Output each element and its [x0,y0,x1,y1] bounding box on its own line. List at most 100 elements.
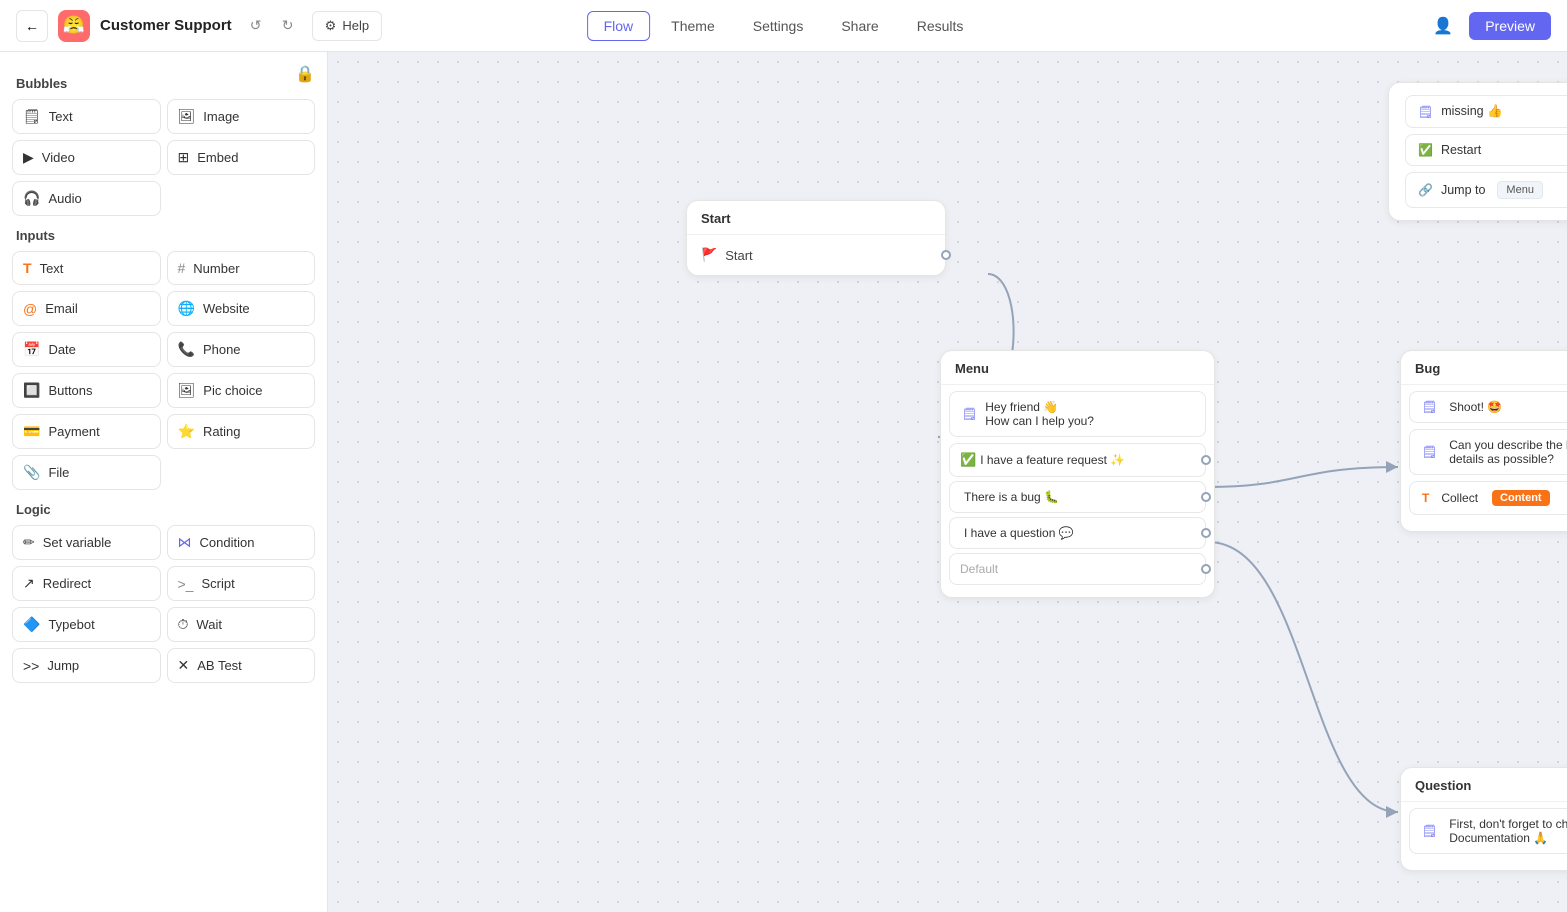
app-name: Customer Support [100,17,232,34]
jump-to-icon: 🔗 [1418,183,1433,197]
logic-script[interactable]: >_Script [167,566,316,601]
menu-default-row: Default [949,553,1206,585]
input-website[interactable]: 🌐Website [167,291,316,326]
menu-choice-0-connector[interactable] [1201,455,1211,465]
input-payment-icon: 💳 [23,423,40,440]
input-pic-choice[interactable]: 🖼Pic choice [167,373,316,408]
bug-collect-icon: T [1422,491,1429,505]
restart-icon: ✅ [1418,143,1433,157]
jump-row: 🔗 Jump to Menu [1405,172,1567,208]
logic-set-variable[interactable]: ✏Set variable [12,525,161,560]
bubble-image[interactable]: 🖼Image [167,99,316,134]
menu-node-header: Menu [941,351,1214,385]
input-file[interactable]: 📎File [12,455,161,490]
preview-button[interactable]: Preview [1469,12,1551,40]
logic-grid: ✏Set variable ⋈Condition ↗Redirect >_Scr… [12,525,315,683]
input-email[interactable]: @Email [12,291,161,326]
bug-collect-row: T Collect Content [1409,481,1567,515]
nav-flow[interactable]: Flow [587,11,651,41]
menu-message-row: 🗒 Hey friend 👋 How can I help you? [949,391,1206,437]
question-msg-icon: 🗒 [1422,824,1437,838]
start-inner: 🚩 Start [687,235,945,275]
missing-row: 🗒 missing 👍 [1405,95,1567,128]
menu-choice-1-connector[interactable] [1201,492,1211,502]
input-phone[interactable]: 📞Phone [167,332,316,367]
input-text[interactable]: TText [12,251,161,285]
input-date[interactable]: 📅Date [12,332,161,367]
ab-test-icon: ✕ [178,657,190,674]
flow-canvas[interactable]: 🗒 missing 👍 ✅ Restart 🔗 Jump to Menu [328,52,1567,912]
bubble-embed[interactable]: ⊞Embed [167,140,316,175]
check-0-icon: ✅ [960,452,976,468]
logic-redirect[interactable]: ↗Redirect [12,566,161,601]
gear-icon: ⚙ [325,18,337,34]
text-icon: 🗒 [1418,105,1433,119]
wait-icon: ⏱ [178,616,189,633]
menu-msg-icon: 🗒 [962,407,977,421]
nav-theme[interactable]: Theme [654,11,732,41]
menu-choice-2: I have a question 💬 [949,517,1206,549]
bubbles-grid: 🗒Text 🖼Image ▶Video ⊞Embed 🎧Audio [12,99,315,216]
input-rating[interactable]: ⭐Rating [167,414,316,449]
help-button[interactable]: ⚙ Help [312,11,382,41]
question-node-body: 🗒 First, don't forget to check out the D… [1401,808,1567,870]
input-number[interactable]: #Number [167,251,316,285]
input-pic-choice-icon: 🖼 [178,382,196,399]
menu-default-connector[interactable] [1201,564,1211,574]
bubble-text[interactable]: 🗒Text [12,99,161,134]
app-logo: 😤 [58,10,90,42]
redo-button[interactable]: ↻ [274,12,302,40]
menu-choice-0: ✅ I have a feature request ✨ [949,443,1206,477]
nav-settings[interactable]: Settings [736,11,821,41]
person-icon[interactable]: 👤 [1427,10,1459,42]
logic-ab-test[interactable]: ✕AB Test [167,648,316,683]
header-left: ← 😤 Customer Support ↺ ↻ ⚙ Help [16,10,382,42]
jump-icon: >> [23,658,39,674]
redirect-icon: ↗ [23,575,35,592]
input-buttons[interactable]: 🔲Buttons [12,373,161,408]
input-website-icon: 🌐 [178,300,195,317]
missing-node: 🗒 missing 👍 ✅ Restart 🔗 Jump to Menu [1388,82,1567,221]
image-bubble-icon: 🖼 [178,108,196,125]
header-nav: Flow Theme Settings Share Results [587,11,981,41]
bubble-audio[interactable]: 🎧Audio [12,181,161,216]
bug-row-1: 🗒 Can you describe the bug with as many … [1409,429,1567,475]
input-date-icon: 📅 [23,341,40,358]
main-layout: 🔒 Bubbles 🗒Text 🖼Image ▶Video ⊞Embed 🎧Au… [0,52,1567,912]
bubble-video[interactable]: ▶Video [12,140,161,175]
bug-msg-1-icon: 🗒 [1422,445,1437,459]
bug-node: Bug 🗒 Shoot! 🤩 🗒 Can you describe the bu… [1400,350,1567,532]
question-node: Question 🗒 First, don't forget to check … [1400,767,1567,871]
header: ← 😤 Customer Support ↺ ↻ ⚙ Help Flow The… [0,0,1567,52]
menu-node-body: 🗒 Hey friend 👋 How can I help you? ✅ I h… [941,391,1214,597]
logic-jump[interactable]: >>Jump [12,648,161,683]
history-buttons: ↺ ↻ [242,12,302,40]
missing-text: missing 👍 [1441,104,1502,119]
text-bubble-icon: 🗒 [23,108,41,125]
inputs-title: Inputs [16,228,315,243]
start-out-connector[interactable] [941,250,951,260]
menu-message-text: Hey friend 👋 How can I help you? [985,400,1094,428]
content-badge: Content [1492,490,1550,506]
nav-share[interactable]: Share [824,11,895,41]
logic-wait[interactable]: ⏱Wait [167,607,316,642]
condition-icon: ⋈ [178,534,192,551]
input-text-icon: T [23,260,32,276]
question-node-header: Question [1401,768,1567,802]
logic-typebot[interactable]: 🔷Typebot [12,607,161,642]
logic-condition[interactable]: ⋈Condition [167,525,316,560]
header-right: 👤 Preview [1427,10,1551,42]
undo-button[interactable]: ↺ [242,12,270,40]
start-flag-icon: 🚩 [701,247,717,263]
lock-icon: 🔒 [295,64,315,84]
logic-title: Logic [16,502,315,517]
jump-target: Menu [1497,181,1543,199]
input-payment[interactable]: 💳Payment [12,414,161,449]
back-button[interactable]: ← [16,10,48,42]
video-bubble-icon: ▶ [23,149,34,166]
nav-results[interactable]: Results [900,11,981,41]
typebot-icon: 🔷 [23,616,40,633]
bug-node-body: 🗒 Shoot! 🤩 🗒 Can you describe the bug wi… [1401,391,1567,531]
bug-row-0: 🗒 Shoot! 🤩 [1409,391,1567,423]
menu-choice-2-connector[interactable] [1201,528,1211,538]
